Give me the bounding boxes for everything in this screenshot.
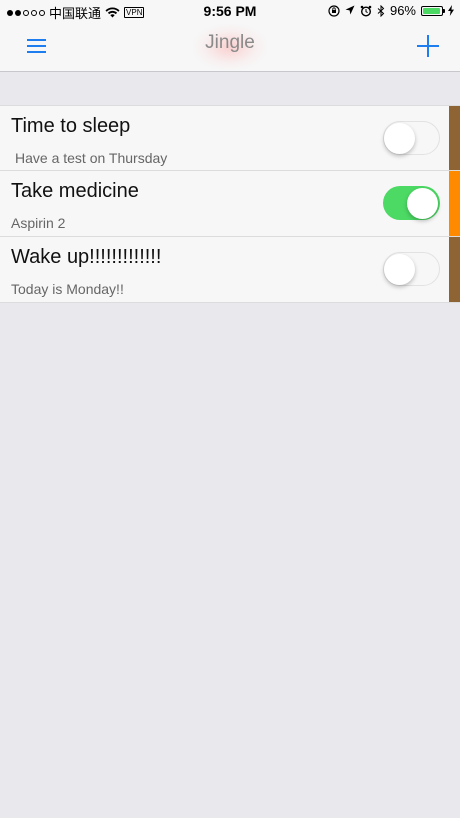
color-tag [449, 237, 460, 302]
reminder-subtitle: Today is Monday!! [11, 281, 124, 297]
navigation-bar: Jingle [0, 24, 460, 72]
toggle-knob [407, 187, 438, 219]
status-bar: 中国联通 VPN 9:56 PM 96% [0, 0, 460, 24]
battery-percent: 96% [389, 3, 416, 18]
reminder-title: Time to sleep [11, 115, 131, 137]
color-tag [449, 106, 460, 170]
list-item[interactable]: Wake up!!!!!!!!!!!!! Today is Monday!! [0, 237, 460, 303]
add-reminder-button[interactable] [417, 35, 439, 57]
reminder-toggle[interactable] [383, 186, 440, 220]
orientation-lock-icon [328, 4, 340, 17]
battery-icon [421, 5, 445, 16]
reminder-title: Wake up!!!!!!!!!!!!! [11, 246, 162, 268]
toggle-knob [384, 254, 415, 285]
color-tag [449, 171, 460, 236]
charging-icon [448, 5, 454, 16]
reminder-subtitle: Aspirin 2 [11, 215, 66, 231]
page-title: Jingle [205, 32, 255, 53]
reminder-toggle[interactable] [383, 121, 440, 155]
reminder-title: Take medicine [11, 180, 139, 202]
reminder-subtitle: Have a test on Thursday [15, 150, 168, 166]
status-right: 96% [328, 3, 454, 18]
reminder-list: Time to sleep Have a test on Thursday Ta… [0, 105, 460, 303]
alarm-icon [360, 5, 372, 17]
toggle-knob [384, 123, 415, 154]
list-item[interactable]: Time to sleep Have a test on Thursday [0, 105, 460, 171]
list-item[interactable]: Take medicine Aspirin 2 [0, 171, 460, 237]
location-icon [345, 5, 355, 15]
bluetooth-icon [377, 4, 385, 17]
reminder-toggle[interactable] [383, 252, 440, 286]
